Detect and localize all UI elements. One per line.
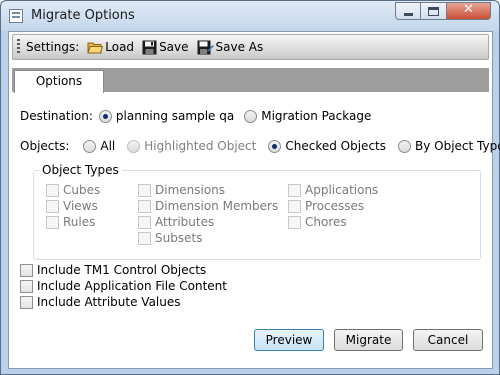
dialog-client-area: Settings: Load Save Save As Options Dest… <box>8 31 500 369</box>
objects-option-by-object-type[interactable]: By Object Type <box>398 139 500 153</box>
object-type-attributes: Attributes <box>138 215 214 229</box>
radio-button[interactable] <box>398 139 411 153</box>
object-type-views: Views <box>46 199 98 213</box>
object-type-processes: Processes <box>288 199 364 213</box>
migrate-button-label: Migrate <box>345 333 392 347</box>
preview-button-label: Preview <box>265 333 313 347</box>
checkbox <box>138 215 151 229</box>
radio-button[interactable] <box>83 139 97 153</box>
object-type-subsets: Subsets <box>138 231 202 245</box>
include-tm1-control-objects[interactable]: Include TM1 Control Objects <box>20 263 206 277</box>
folder-icon <box>87 42 104 54</box>
caption-buttons: ✕ <box>395 2 491 20</box>
objects-option-label: Highlighted Object <box>144 139 257 153</box>
destination-row: Destination: planning sample qa Migratio… <box>20 109 371 123</box>
object-types-title: Object Types <box>39 163 122 177</box>
destination-option-planning-sample-qa[interactable]: planning sample qa <box>98 109 235 123</box>
object-type-label: Applications <box>305 183 379 197</box>
include-option-label: Include Attribute Values <box>37 295 181 309</box>
object-type-dimension-members: Dimension Members <box>138 199 278 213</box>
checkbox <box>46 183 59 197</box>
settings-toolbar: Settings: Load Save Save As <box>12 34 489 60</box>
radio-button[interactable] <box>268 139 282 153</box>
object-type-label: Processes <box>305 199 365 213</box>
window-app-icon <box>9 9 23 23</box>
destination-option-migration-package[interactable]: Migration Package <box>244 109 371 123</box>
tab-options-label: Options <box>35 74 83 88</box>
floppy-disk-icon <box>142 40 157 54</box>
checkbox <box>138 199 151 213</box>
destination-option-label: Migration Package <box>261 109 372 123</box>
cancel-button[interactable]: Cancel <box>413 329 483 351</box>
title-bar: Migrate Options ✕ <box>1 1 499 31</box>
checkbox <box>46 215 59 229</box>
checkbox[interactable] <box>20 295 33 309</box>
objects-option-label: All <box>100 139 116 153</box>
destination-label: Destination: <box>20 109 93 123</box>
include-application-file-content[interactable]: Include Application File Content <box>20 279 227 293</box>
minimize-button[interactable] <box>395 2 421 20</box>
checkbox[interactable] <box>20 279 33 293</box>
save-as-button[interactable]: Save As <box>197 40 264 55</box>
migrate-button[interactable]: Migrate <box>334 329 403 351</box>
close-icon: ✕ <box>463 2 474 17</box>
object-type-rules: Rules <box>46 215 95 229</box>
checkbox <box>138 231 151 245</box>
object-type-dimensions: Dimensions <box>138 183 225 197</box>
radio-button <box>127 139 141 153</box>
save-label: Save <box>159 40 189 54</box>
settings-label: Settings: <box>26 40 79 54</box>
object-type-label: Chores <box>305 215 347 229</box>
objects-option-label: Checked Objects <box>285 139 386 153</box>
close-button[interactable]: ✕ <box>447 2 491 20</box>
objects-option-highlighted-object: Highlighted Object <box>127 139 256 153</box>
checkbox <box>288 199 301 213</box>
include-option-label: Include TM1 Control Objects <box>37 263 207 277</box>
object-type-chores: Chores <box>288 215 347 229</box>
object-type-label: Views <box>63 199 98 213</box>
minimize-icon <box>404 13 413 16</box>
save-as-icon <box>197 40 214 54</box>
load-button[interactable]: Load <box>87 40 134 54</box>
checkbox <box>288 215 301 229</box>
include-option-label: Include Application File Content <box>37 279 227 293</box>
checkbox <box>288 183 301 197</box>
save-as-label: Save As <box>215 40 264 54</box>
destination-option-label: planning sample qa <box>115 109 235 123</box>
save-button[interactable]: Save <box>142 40 189 55</box>
tab-strip: Options <box>12 68 489 93</box>
maximize-button[interactable] <box>421 2 447 20</box>
object-type-label: Dimension Members <box>155 199 279 213</box>
radio-button[interactable] <box>244 109 258 123</box>
objects-row: Objects: All Highlighted Object Checked … <box>20 139 500 153</box>
object-types-groupbox: Object Types Cubes Views Rules Dimension… <box>33 163 481 260</box>
maximize-icon <box>428 7 439 16</box>
settings-label-text: Settings: <box>26 40 80 54</box>
objects-option-checked-objects[interactable]: Checked Objects <box>268 139 386 153</box>
object-type-applications: Applications <box>288 183 378 197</box>
cancel-button-label: Cancel <box>427 333 469 347</box>
preview-button[interactable]: Preview <box>254 329 324 351</box>
objects-option-all[interactable]: All <box>83 139 115 153</box>
checkbox[interactable] <box>20 263 33 277</box>
object-type-label: Dimensions <box>155 183 226 197</box>
window-title: Migrate Options <box>31 8 135 23</box>
radio-button[interactable] <box>98 109 112 123</box>
tab-options[interactable]: Options <box>14 70 104 93</box>
object-type-label: Rules <box>63 215 96 229</box>
object-type-cubes: Cubes <box>46 183 100 197</box>
toolbar-grip-handle[interactable] <box>17 39 20 55</box>
checkbox <box>138 183 151 197</box>
migrate-options-window: Migrate Options ✕ Settings: Load Save Sa… <box>0 0 500 375</box>
include-attribute-values[interactable]: Include Attribute Values <box>20 295 181 309</box>
load-label: Load <box>105 40 135 54</box>
object-type-label: Subsets <box>155 231 203 245</box>
objects-label: Objects: <box>20 139 70 153</box>
object-type-label: Cubes <box>63 183 101 197</box>
objects-option-label: By Object Type <box>415 139 500 153</box>
object-type-label: Attributes <box>155 215 215 229</box>
checkbox <box>46 199 59 213</box>
